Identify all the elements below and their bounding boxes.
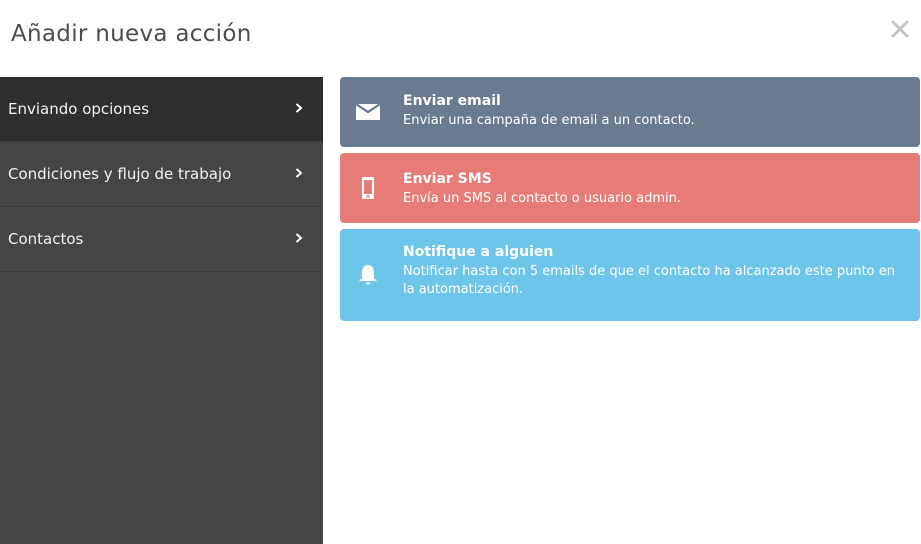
envelope-icon xyxy=(355,99,381,125)
sidebar-item-contacts[interactable]: Contactos xyxy=(0,207,323,272)
sidebar-item-label: Contactos xyxy=(8,230,84,248)
chevron-right-icon xyxy=(295,168,303,178)
action-title: Notifique a alguien xyxy=(403,244,554,260)
sidebar-item-label: Enviando opciones xyxy=(8,100,150,118)
add-action-modal: Añadir nueva acción Enviando opciones Co… xyxy=(0,0,921,544)
chevron-right-icon xyxy=(295,233,303,243)
action-card-send-sms[interactable]: Enviar SMS Envía un SMS al contacto o us… xyxy=(340,153,920,223)
action-card-send-email[interactable]: Enviar email Enviar una campaña de email… xyxy=(340,77,920,147)
sidebar-item-label: Condiciones y flujo de trabajo xyxy=(8,165,232,183)
action-description: Enviar una campaña de email a un contact… xyxy=(403,113,695,128)
action-card-notify-someone[interactable]: Notifique a alguien Notificar hasta con … xyxy=(340,229,920,321)
action-description: Notificar hasta con 5 emails de que el c… xyxy=(403,264,896,297)
close-icon xyxy=(891,20,909,38)
action-title: Enviar email xyxy=(403,93,501,109)
modal-header: Añadir nueva acción xyxy=(0,0,921,77)
close-button[interactable] xyxy=(887,16,913,42)
sidebar-item-conditions-workflow[interactable]: Condiciones y flujo de trabajo xyxy=(0,142,323,207)
action-description: Envía un SMS al contacto o usuario admin… xyxy=(403,191,681,206)
modal-title: Añadir nueva acción xyxy=(11,21,252,47)
mobile-phone-icon xyxy=(355,175,381,201)
action-list: Enviar email Enviar una campaña de email… xyxy=(340,77,920,327)
sidebar: Enviando opciones Condiciones y flujo de… xyxy=(0,77,323,544)
chevron-right-icon xyxy=(295,103,303,113)
sidebar-item-sending-options[interactable]: Enviando opciones xyxy=(0,77,323,142)
bell-icon xyxy=(355,262,381,288)
action-title: Enviar SMS xyxy=(403,171,492,187)
